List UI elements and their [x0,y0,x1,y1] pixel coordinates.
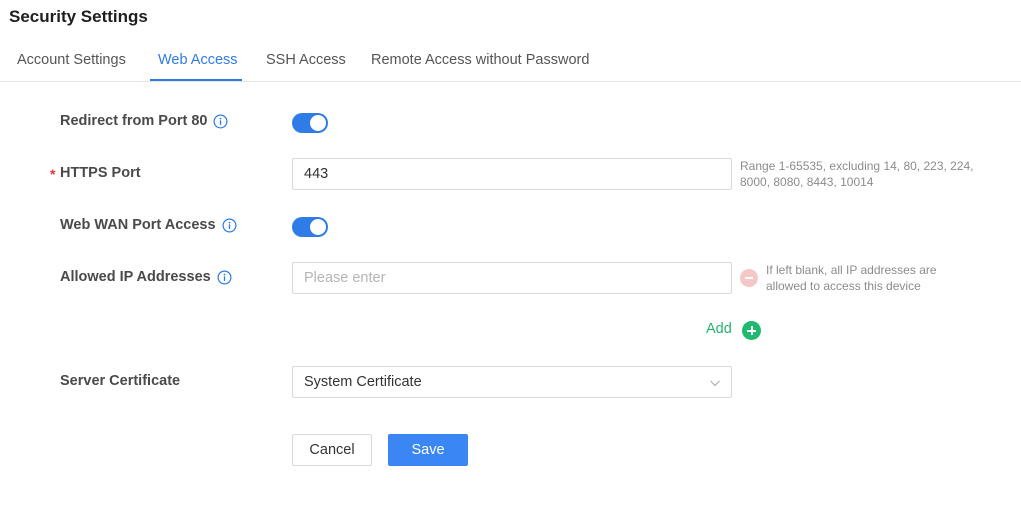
server-certificate-label: Server Certificate [60,373,180,389]
tab-bar: Account Settings Web Access SSH Access R… [0,44,1021,82]
server-certificate-select[interactable]: System Certificate [292,366,732,398]
redirect-port80-label: Redirect from Port 80 [60,113,228,129]
toggle-knob [310,115,326,131]
allowed-ip-hint-line1: If left blank, all IP addresses are [766,263,937,277]
allowed-ip-hint: If left blank, all IP addresses are allo… [766,262,937,294]
https-port-hint: Range 1-65535, excluding 14, 80, 223, 22… [740,158,974,190]
minus-circle-icon[interactable] [740,269,758,287]
info-icon[interactable] [222,218,237,233]
tab-remote-access-without-password[interactable]: Remote Access without Password [371,52,589,68]
web-wan-access-label-text: Web WAN Port Access [60,217,216,233]
redirect-port80-label-text: Redirect from Port 80 [60,113,208,129]
server-certificate-label-text: Server Certificate [60,373,181,389]
allowed-ip-hint-line2: allowed to access this device [766,279,921,293]
allowed-ip-label: Allowed IP Addresses [60,269,232,285]
toggle-knob [310,219,326,235]
tab-web-access[interactable]: Web Access [158,52,238,68]
https-port-label: HTTPS Port [60,165,141,181]
cancel-button[interactable]: Cancel [292,434,372,466]
tab-ssh-access[interactable]: SSH Access [266,52,346,68]
page-title: Security Settings [9,7,148,26]
chevron-down-icon [710,380,720,387]
tab-account-settings[interactable]: Account Settings [17,52,126,68]
server-certificate-value: System Certificate [304,374,422,390]
https-port-hint-line1: Range 1-65535, excluding 14, 80, 223, 22… [740,159,974,173]
plus-circle-icon[interactable] [742,321,761,340]
web-wan-access-label: Web WAN Port Access [60,217,237,233]
allowed-ip-input[interactable] [292,262,732,294]
active-tab-indicator [150,79,242,81]
info-icon[interactable] [213,114,228,129]
info-icon[interactable] [217,270,232,285]
https-port-input[interactable] [292,158,732,190]
add-ip-link[interactable]: Add [706,321,732,337]
web-wan-access-toggle[interactable] [292,217,328,237]
redirect-port80-toggle[interactable] [292,113,328,133]
required-mark: * [50,166,56,182]
allowed-ip-label-text: Allowed IP Addresses [60,269,211,285]
https-port-label-text: HTTPS Port [60,165,141,181]
https-port-hint-line2: 8000, 8080, 8443, 10014 [740,175,874,189]
save-button[interactable]: Save [388,434,468,466]
